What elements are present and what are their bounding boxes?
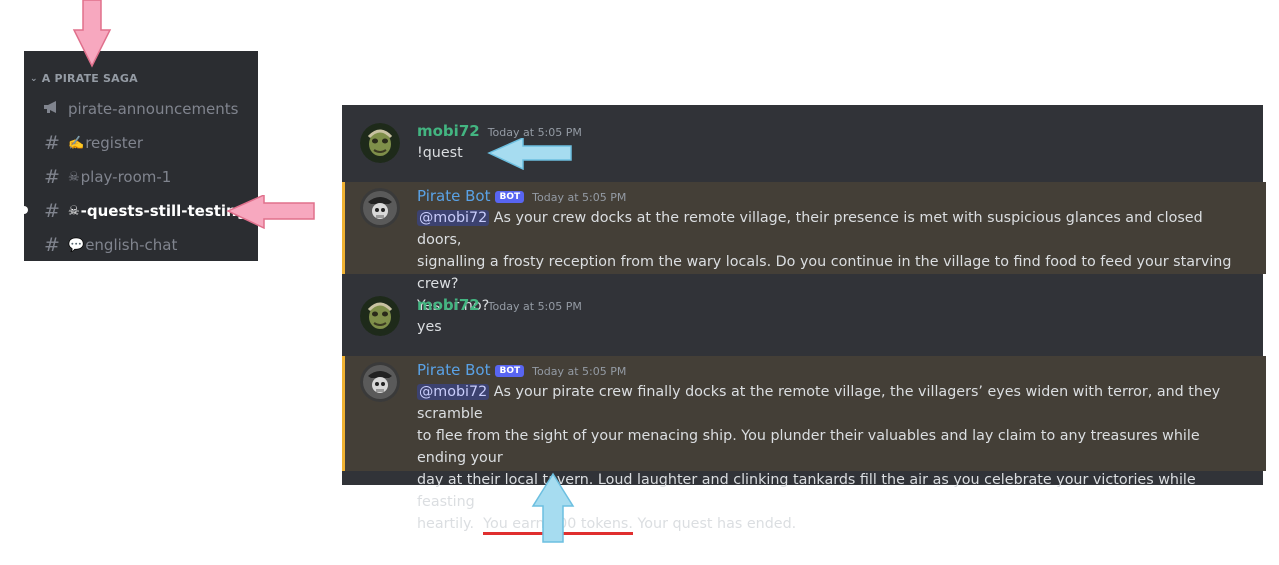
pink-arrow-left-icon [226,195,315,229]
avatar[interactable] [360,123,400,163]
author-name[interactable]: Pirate Bot [417,361,490,379]
blue-arrow-left-icon [487,138,572,170]
sidebar-item-label: english-chat [85,236,178,254]
chevron-down-icon: ⌄ [30,73,38,84]
sidebar-item-label: register [85,134,144,152]
sidebar-item-pirate-announcements[interactable]: pirate-announcements [40,95,250,123]
unread-indicator [24,206,28,214]
message: mobi72 Today at 5:05 PM !quest [342,105,1263,173]
pink-arrow-down-icon [72,0,112,68]
user-mention[interactable]: @mobi72 [417,384,490,400]
skull-crossbones-icon: ☠ [68,203,80,219]
speech-bubble-icon: 💬 [68,237,85,253]
sidebar-item-quests-still-testing[interactable]: # ☠ -quests-still-testing [40,197,250,225]
message-line: @mobi72 As your pirate crew finally dock… [417,381,1237,425]
bot-badge: BOT [495,191,525,203]
timestamp: Today at 5:05 PM [532,365,627,378]
sidebar-item-label: pirate-announcements [68,100,239,118]
avatar[interactable] [360,188,400,228]
message: Pirate Bot BOT Today at 5:05 PM @mobi72 … [342,356,1266,535]
category-label: A PIRATE SAGA [41,72,138,85]
hash-icon: # [44,200,60,222]
message-line: @mobi72 As your crew docks at the remote… [417,207,1237,251]
skull-crossbones-icon: ☠ [68,169,80,185]
channel-sidebar: ⌄ A PIRATE SAGA pirate-announcements # ✍… [24,51,258,261]
sidebar-item-label: -quests-still-testing [80,202,248,220]
message: Pirate Bot BOT Today at 5:05 PM @mobi72 … [342,182,1266,314]
user-mention[interactable]: @mobi72 [417,210,490,226]
message-text: Your quest has ended. [632,516,797,532]
megaphone-icon [40,100,64,118]
message-content: yes [417,319,442,335]
sidebar-item-play-room-1[interactable]: # ☠ play-room-1 [40,163,250,191]
message-text: heartily. [417,516,484,532]
message-header: Pirate Bot BOT Today at 5:05 PM [417,361,626,379]
sidebar-item-english-chat[interactable]: # 💬 english-chat [40,231,250,259]
message-header: Pirate Bot BOT Today at 5:05 PM [417,187,626,205]
timestamp: Today at 5:05 PM [487,300,582,313]
chat-panel: mobi72 Today at 5:05 PM !quest Pirate Bo… [342,105,1266,535]
message-text: As your pirate crew finally docks at the… [417,384,1221,422]
message-header: mobi72 Today at 5:05 PM [417,296,582,314]
category-header[interactable]: ⌄ A PIRATE SAGA [30,72,138,85]
sidebar-item-register[interactable]: # ✍️ register [40,129,250,157]
message-text: As your crew docks at the remote village… [417,210,1203,248]
bot-badge: BOT [495,365,525,377]
hash-icon: # [44,166,60,188]
avatar[interactable] [360,362,400,402]
sidebar-item-label: play-room-1 [80,168,172,186]
message-line: to flee from the sight of your menacing … [417,428,1200,466]
writing-hand-icon: ✍️ [68,135,85,151]
message: mobi72 Today at 5:05 PM yes [342,279,1263,347]
blue-arrow-up-icon [531,472,575,543]
author-name[interactable]: Pirate Bot [417,187,490,205]
hash-icon: # [44,132,60,154]
timestamp: Today at 5:05 PM [532,191,627,204]
author-name[interactable]: mobi72 [417,122,480,140]
author-name[interactable]: mobi72 [417,296,480,314]
hash-icon: # [44,234,60,256]
avatar[interactable] [360,296,400,336]
